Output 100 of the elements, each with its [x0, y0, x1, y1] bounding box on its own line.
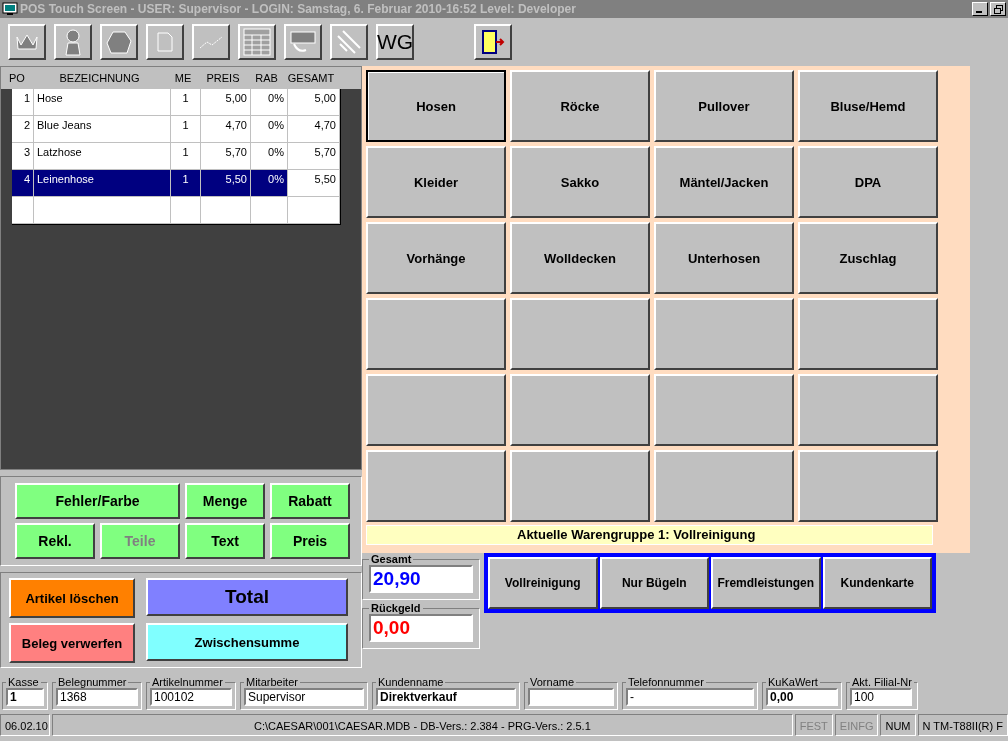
empty-table-cell [12, 197, 34, 224]
edit-button[interactable]: Menge [185, 483, 265, 519]
article-button[interactable]: Kleider [366, 146, 506, 218]
group-status-label: Aktuelle Warengruppe 1: Vollreinigung [366, 525, 933, 545]
minimize-button[interactable] [972, 2, 988, 16]
empty-article-button[interactable] [798, 298, 938, 370]
article-button[interactable]: Vorhänge [366, 222, 506, 294]
status-indicator: FEST [794, 714, 833, 736]
action-button[interactable]: Zwischensumme [146, 623, 348, 661]
empty-article-button[interactable] [798, 450, 938, 522]
column-header: BEZEICHNUNG [58, 72, 141, 84]
table-cell: 4 [12, 170, 34, 197]
group-button[interactable]: Kundenkarte [822, 557, 932, 609]
article-button[interactable]: Unterhosen [654, 222, 794, 294]
empty-article-button[interactable] [654, 298, 794, 370]
field-label: Belegnummer [57, 676, 128, 688]
article-button[interactable]: Pullover [654, 70, 794, 142]
article-button[interactable]: Zuschlag [798, 222, 938, 294]
group-button[interactable]: Nur Bügeln [599, 557, 709, 609]
status-info: C:\CAESAR\001\CAESAR.MDB - DB-Vers.: 2.384 - PRG-Vers.: 2.5.1 [52, 714, 793, 736]
empty-table-cell [251, 197, 288, 224]
input-field[interactable] [528, 688, 614, 706]
group-button[interactable]: Fremdleistungen [711, 557, 821, 609]
restore-button[interactable] [990, 2, 1006, 16]
edit-button[interactable]: Rekl. [15, 523, 95, 559]
group-button[interactable]: Vollreinigung [488, 557, 598, 609]
input-field[interactable]: Direktverkauf [376, 688, 516, 706]
table-cell: 2 [12, 116, 34, 143]
spreadsheet-icon[interactable] [238, 24, 276, 60]
article-button[interactable]: Bluse/Hemd [798, 70, 938, 142]
input-field[interactable]: - [626, 688, 754, 706]
line-chart-icon[interactable] [192, 24, 230, 60]
table-cell: 4,70 [288, 116, 340, 143]
field-label: KuKaWert [767, 676, 819, 688]
empty-article-button[interactable] [366, 298, 506, 370]
field-label: Vorname [529, 676, 576, 688]
edit-button[interactable]: Preis [270, 523, 350, 559]
table-cell: 0% [251, 89, 288, 116]
table-cell: 5,50 [201, 170, 251, 197]
edit-button[interactable]: Fehler/Farbe [15, 483, 180, 519]
article-button[interactable]: Sakko [510, 146, 650, 218]
empty-article-button[interactable] [510, 450, 650, 522]
app-icon [2, 2, 18, 16]
field-label: Artikelnummer [151, 676, 224, 688]
empty-article-button[interactable] [366, 374, 506, 446]
table-cell: Blue Jeans [34, 116, 171, 143]
field-label: Akt. Filial-Nr [851, 676, 913, 688]
empty-article-button[interactable] [654, 374, 794, 446]
status-indicator: N TM-T88II(R) F [917, 714, 1008, 736]
status-indicator: EINFG [834, 714, 879, 736]
table-cell: 5,00 [288, 89, 340, 116]
column-header: PO [9, 72, 26, 84]
table-row[interactable]: 4 Leinenhose 1 5,50 0% 5,50 [12, 170, 340, 197]
empty-article-button[interactable] [366, 450, 506, 522]
total-label: Rückgeld [370, 602, 422, 614]
action-button[interactable]: Artikel löschen [9, 578, 135, 618]
window-title: POS Touch Screen - USER: Supervisor - LOGIN: Samstag, 6. Februar 2010-16:52 Level: Developer [20, 2, 577, 16]
field-label: Kasse [7, 676, 40, 688]
input-field[interactable]: 100 [850, 688, 912, 706]
total-label: Gesamt [370, 553, 413, 565]
table-cell: 1 [12, 89, 34, 116]
crown-icon[interactable] [8, 24, 46, 60]
input-field[interactable]: 1 [6, 688, 44, 706]
door-exit-icon[interactable] [474, 24, 512, 60]
input-field[interactable]: Supervisor [244, 688, 364, 706]
table-cell: 1 [171, 116, 201, 143]
edit-button[interactable]: Rabatt [270, 483, 350, 519]
empty-article-button[interactable] [654, 450, 794, 522]
article-button[interactable]: Wolldecken [510, 222, 650, 294]
action-button[interactable]: Total [146, 578, 348, 616]
table-row[interactable]: 2 Blue Jeans 1 4,70 0% 4,70 [12, 116, 340, 143]
empty-article-button[interactable] [510, 298, 650, 370]
table-cell: Leinenhose [34, 170, 171, 197]
field-label: Kundenname [377, 676, 445, 688]
input-field[interactable]: 0,00 [766, 688, 838, 706]
article-button[interactable]: Röcke [510, 70, 650, 142]
person-icon[interactable] [54, 24, 92, 60]
article-button[interactable]: Hosen [366, 70, 506, 142]
table-cell: 1 [171, 89, 201, 116]
status-indicator: NUM [880, 714, 916, 736]
document-icon[interactable] [146, 24, 184, 60]
empty-article-button[interactable] [798, 374, 938, 446]
table-row[interactable]: 1 Hose 1 5,00 0% 5,00 [12, 89, 340, 116]
column-header: GESAMT [286, 72, 336, 84]
input-field[interactable]: 100102 [150, 688, 232, 706]
edit-button[interactable]: Text [185, 523, 265, 559]
empty-article-button[interactable] [510, 374, 650, 446]
article-button[interactable]: Mäntel/Jacken [654, 146, 794, 218]
table-cell: 5,50 [288, 170, 340, 197]
table-cell: 0% [251, 116, 288, 143]
column-header: PREIS [205, 72, 241, 84]
empty-table-cell [288, 197, 340, 224]
input-field[interactable]: 1368 [56, 688, 138, 706]
column-header: RAB [254, 72, 279, 84]
table-cell: Hose [34, 89, 171, 116]
article-button[interactable]: DPA [798, 146, 938, 218]
table-cell: 5,00 [201, 89, 251, 116]
field-label: Telefonnummer [627, 676, 705, 688]
wg-button[interactable]: WG [376, 24, 414, 60]
action-button[interactable]: Beleg verwerfen [9, 623, 135, 663]
